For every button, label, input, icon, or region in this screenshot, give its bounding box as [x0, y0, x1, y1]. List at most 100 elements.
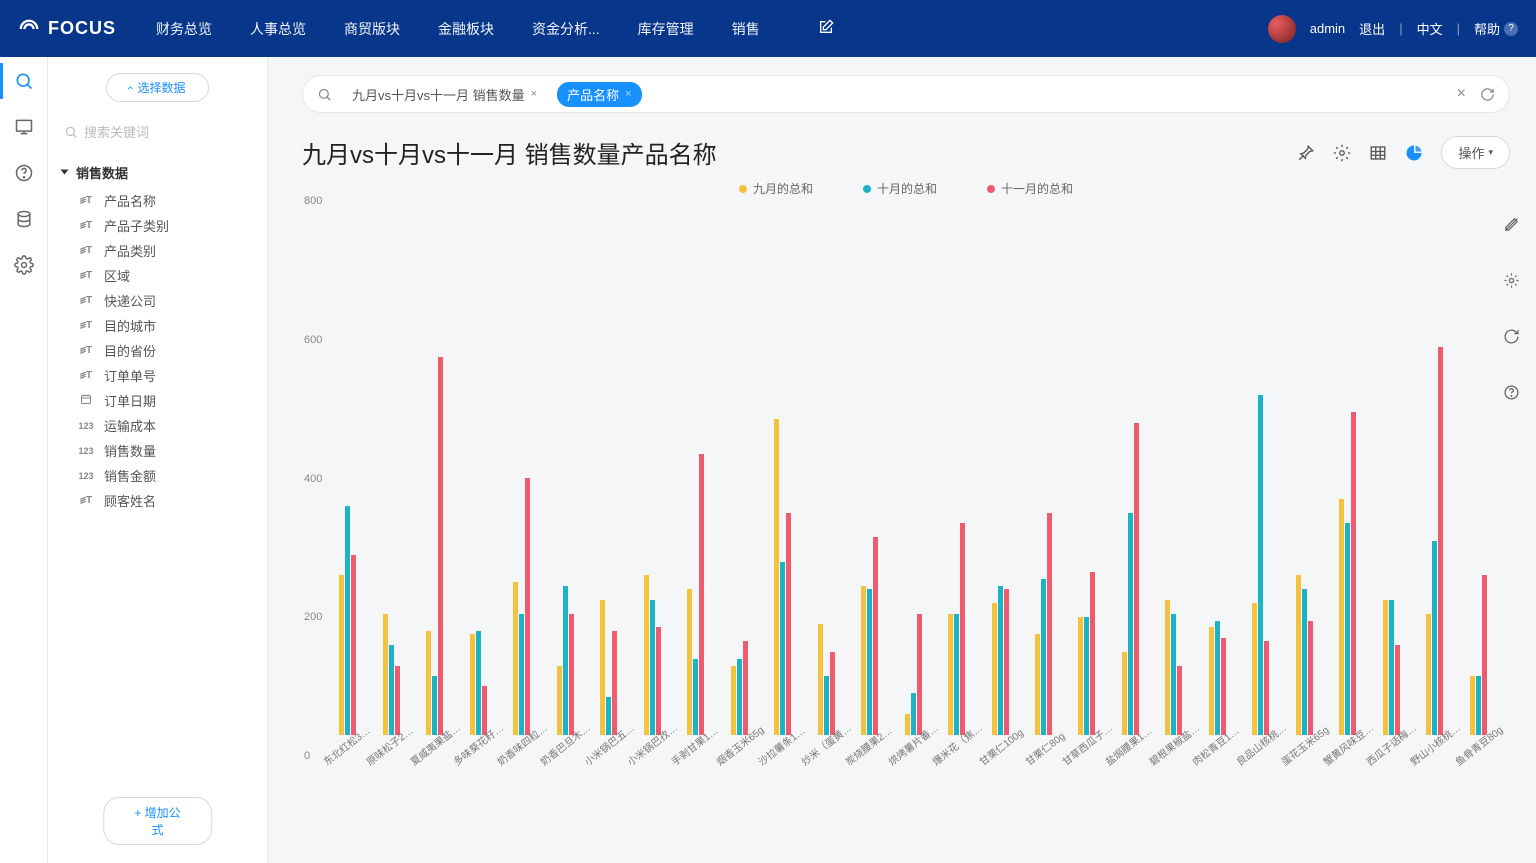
chart-type-icon[interactable]: [1405, 144, 1423, 162]
actions-button[interactable]: 操作 ▾: [1441, 136, 1510, 169]
bar[interactable]: [830, 652, 835, 735]
bar[interactable]: [786, 513, 791, 735]
bar[interactable]: [905, 714, 910, 735]
nav-inventory[interactable]: 库存管理: [638, 19, 694, 39]
bar[interactable]: [1482, 575, 1487, 735]
bar[interactable]: [818, 624, 823, 735]
bar[interactable]: [426, 631, 431, 735]
bar[interactable]: [774, 419, 779, 735]
field-item[interactable]: ꠵T顾客姓名: [62, 488, 253, 513]
bar[interactable]: [1476, 676, 1481, 735]
bar[interactable]: [1122, 652, 1127, 735]
bar-group[interactable]: 东北红松330g: [326, 180, 369, 756]
pin-icon[interactable]: [1297, 144, 1315, 162]
nav-finance[interactable]: 财务总览: [156, 19, 212, 39]
bar[interactable]: [1134, 423, 1139, 735]
bar[interactable]: [1165, 600, 1170, 735]
bar[interactable]: [476, 631, 481, 735]
field-item[interactable]: ꠵T产品子类别: [62, 213, 253, 238]
logout-link[interactable]: 退出: [1359, 19, 1385, 38]
bar[interactable]: [470, 634, 475, 735]
bar[interactable]: [557, 666, 562, 735]
board-tab[interactable]: [14, 117, 34, 137]
bar[interactable]: [1215, 621, 1220, 735]
bar[interactable]: [1264, 641, 1269, 735]
brand-logo[interactable]: FOCUS: [18, 18, 116, 40]
close-icon[interactable]: ×: [531, 88, 537, 100]
bar-group[interactable]: 蟹黄风味豆瓣120g...: [1326, 180, 1369, 756]
bar[interactable]: [525, 478, 530, 735]
field-item[interactable]: ꠵T目的省份: [62, 338, 253, 363]
bar[interactable]: [917, 614, 922, 735]
bar[interactable]: [1351, 412, 1356, 735]
field-item[interactable]: 123销售数量: [62, 438, 253, 463]
bar[interactable]: [438, 357, 443, 735]
bar-group[interactable]: 沙拉薯条150g: [761, 180, 804, 756]
bar[interactable]: [699, 454, 704, 735]
bar[interactable]: [1258, 395, 1263, 735]
bar[interactable]: [1308, 621, 1313, 735]
bar[interactable]: [351, 555, 356, 735]
field-item[interactable]: ꠵T订单单号: [62, 363, 253, 388]
bar[interactable]: [1078, 617, 1083, 735]
bar[interactable]: [1252, 603, 1257, 735]
dataset-title[interactable]: 销售数据: [62, 155, 253, 188]
field-item[interactable]: ꠵T目的城市: [62, 313, 253, 338]
bar[interactable]: [1041, 579, 1046, 735]
bar-group[interactable]: 甘草西瓜子90g: [1065, 180, 1108, 756]
field-item[interactable]: 123销售金额: [62, 463, 253, 488]
bar[interactable]: [998, 586, 1003, 735]
edit-icon[interactable]: [818, 19, 834, 35]
data-tab[interactable]: [14, 209, 34, 229]
plot-area[interactable]: 0200400600800东北红松330g原味松子218g夏威夷果盐焗味20..…: [326, 201, 1500, 756]
bar[interactable]: [1302, 589, 1307, 735]
bar[interactable]: [731, 666, 736, 735]
field-item[interactable]: ꠵T区域: [62, 263, 253, 288]
bar[interactable]: [1438, 347, 1443, 736]
bar[interactable]: [432, 676, 437, 735]
bar[interactable]: [911, 693, 916, 735]
bar[interactable]: [1432, 541, 1437, 735]
bar[interactable]: [389, 645, 394, 735]
bar[interactable]: [737, 659, 742, 735]
select-data-button[interactable]: ‹ 选择数据: [106, 73, 208, 102]
close-icon[interactable]: ×: [625, 88, 631, 100]
field-item[interactable]: ꠵T快递公司: [62, 288, 253, 313]
bar[interactable]: [992, 603, 997, 735]
table-icon[interactable]: [1369, 144, 1387, 162]
bar-group[interactable]: 野山小核桃仁160g...: [1413, 180, 1456, 756]
bar[interactable]: [824, 676, 829, 735]
bar[interactable]: [569, 614, 574, 735]
bar-group[interactable]: 肉松青豆120g: [1196, 180, 1239, 756]
bar[interactable]: [861, 586, 866, 735]
bar-group[interactable]: 奶香味四粒红花生1...: [500, 180, 543, 756]
bar[interactable]: [612, 631, 617, 735]
bar[interactable]: [1339, 499, 1344, 735]
nav-financial[interactable]: 金融板块: [438, 19, 494, 39]
bar[interactable]: [606, 697, 611, 735]
bar[interactable]: [948, 614, 953, 735]
bar-group[interactable]: 小米锅巴孜然味90...: [630, 180, 673, 756]
bar[interactable]: [1209, 627, 1214, 735]
query-bar[interactable]: 九月vs十月vs十一月 销售数量× 产品名称× ×: [302, 75, 1510, 113]
add-formula-button[interactable]: + 增加公式: [103, 797, 213, 845]
bar[interactable]: [1426, 614, 1431, 735]
bar[interactable]: [563, 586, 568, 735]
bar[interactable]: [780, 562, 785, 735]
bar[interactable]: [693, 659, 698, 735]
bar[interactable]: [1171, 614, 1176, 735]
bar-group[interactable]: 小米锅巴五香味90...: [587, 180, 630, 756]
nav-funds[interactable]: 资金分析...: [532, 19, 600, 39]
bar[interactable]: [1047, 513, 1052, 735]
bar[interactable]: [1395, 645, 1400, 735]
bar-group[interactable]: 原味松子218g: [369, 180, 412, 756]
bar-group[interactable]: 甘栗仁80g: [1022, 180, 1065, 756]
bar[interactable]: [644, 575, 649, 735]
bar[interactable]: [867, 589, 872, 735]
bar[interactable]: [1470, 676, 1475, 735]
nav-sales[interactable]: 销售: [732, 19, 760, 39]
bar[interactable]: [960, 523, 965, 735]
bar-group[interactable]: 夏威夷果盐焗味20...: [413, 180, 456, 756]
bar[interactable]: [743, 641, 748, 735]
bar[interactable]: [1128, 513, 1133, 735]
